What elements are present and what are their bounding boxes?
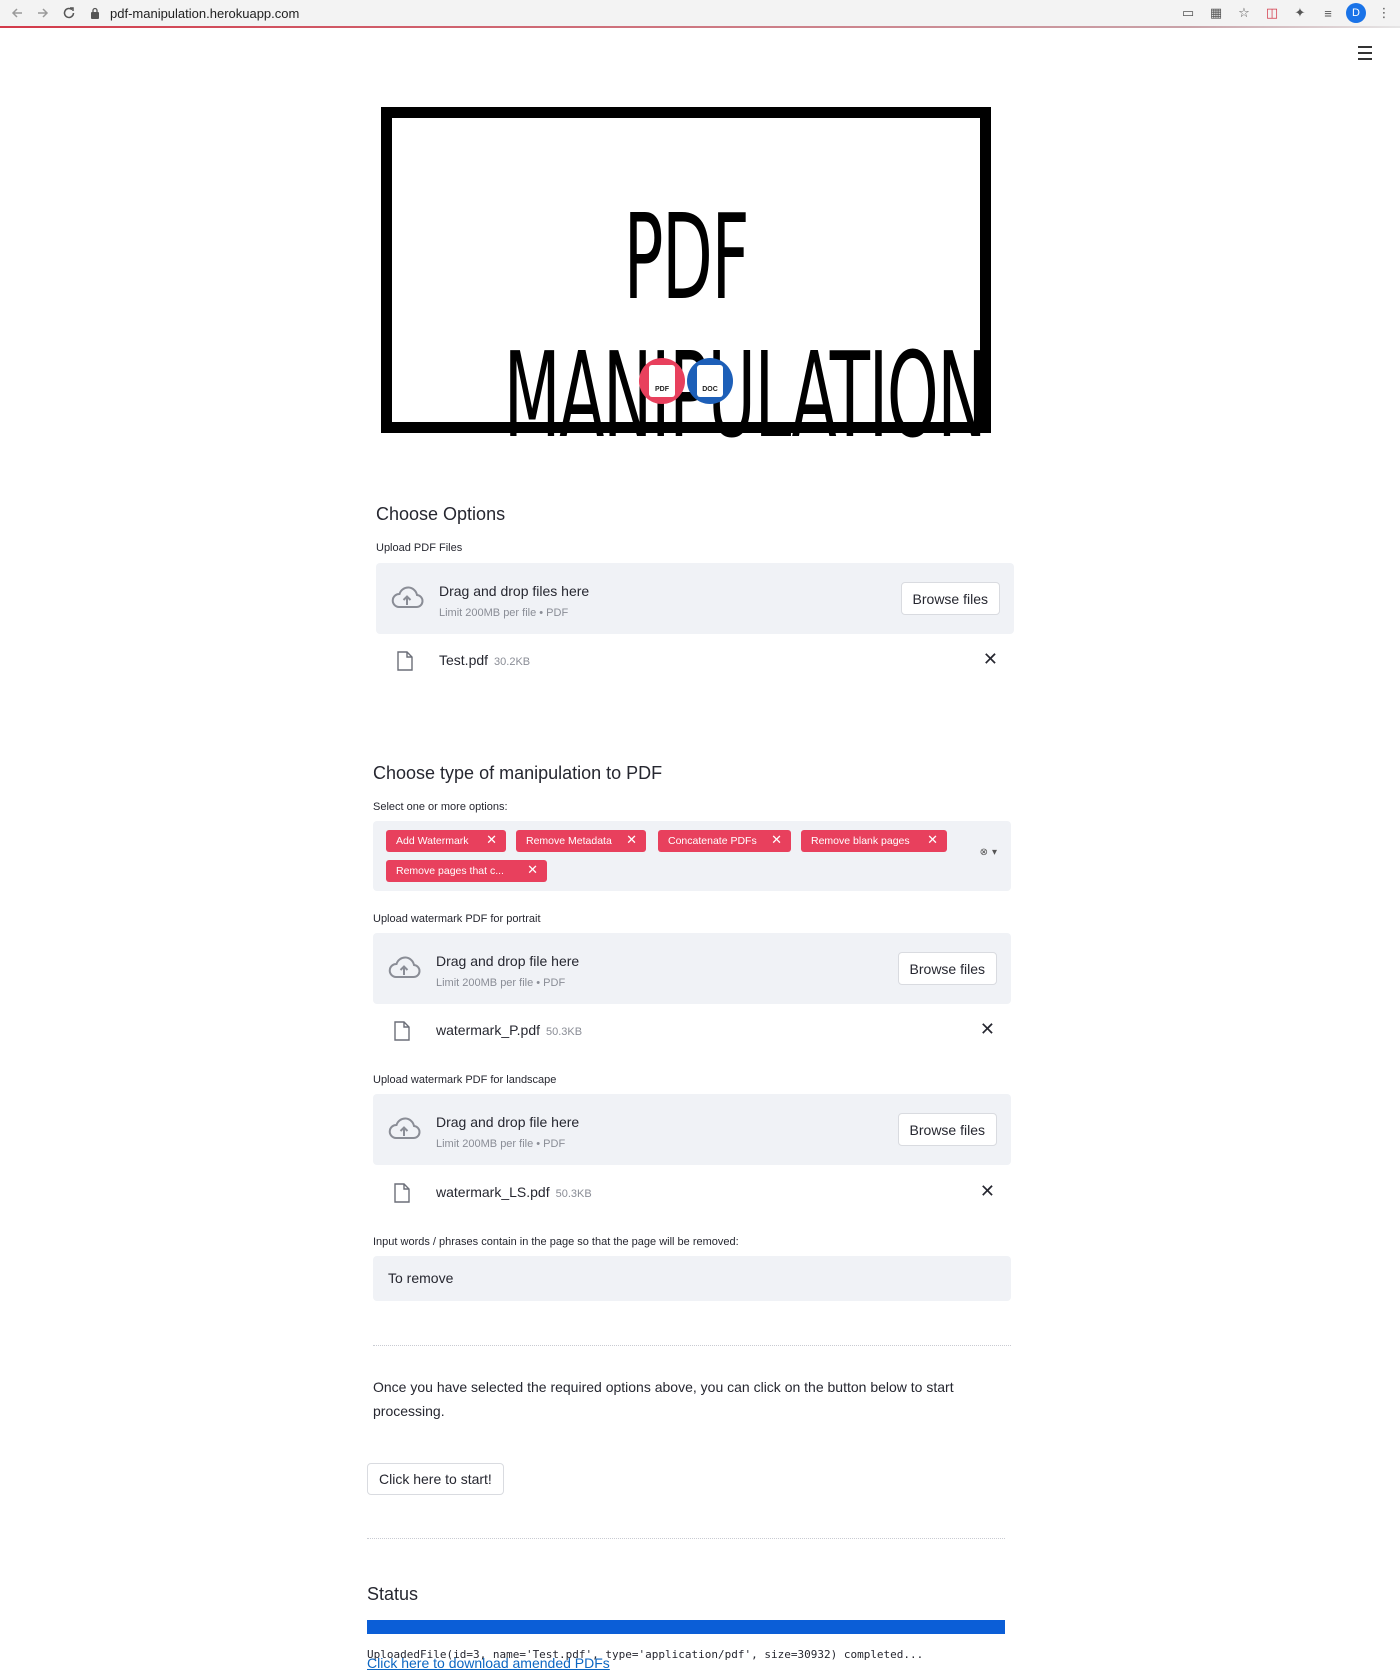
reload-icon[interactable] [56, 0, 82, 26]
clear-all-icon[interactable]: ⊗ [980, 847, 988, 858]
doc-badge-label: DOC [702, 386, 718, 393]
cloud-upload-icon [388, 1117, 421, 1139]
reading-list-icon[interactable]: ≡ [1318, 3, 1338, 23]
words-input-label: Input words / phrases contain in the pag… [373, 1236, 739, 1248]
file-name: watermark_LS.pdf [436, 1184, 550, 1200]
file-icon [397, 651, 413, 671]
cast-icon[interactable]: ▭ [1178, 3, 1198, 23]
divider [373, 1345, 1011, 1346]
pdf-dropzone[interactable]: Drag and drop files here Limit 200MB per… [376, 563, 1014, 634]
file-icon [394, 1183, 410, 1203]
lock-icon [91, 7, 99, 19]
browser-toolbar: pdf-manipulation.herokuapp.com ▭ ▦ ☆ ◫ ✦… [0, 0, 1400, 28]
tag-add-watermark[interactable]: Add Watermark ✕ [386, 830, 506, 852]
tag-remove-icon[interactable]: ✕ [527, 862, 538, 878]
pdf-badge-icon: PDF [639, 358, 685, 404]
doc-badge-icon: DOC [687, 358, 733, 404]
landscape-watermark-dropzone[interactable]: Drag and drop file here Limit 200MB per … [373, 1094, 1011, 1165]
tag-concatenate-pdfs[interactable]: Concatenate PDFs ✕ [658, 830, 791, 852]
file-size: 50.3KB [555, 1188, 592, 1200]
progress-bar-fill [367, 1620, 1005, 1634]
dropzone-limit: Limit 200MB per file • PDF [436, 977, 566, 989]
tag-label: Remove Metadata [526, 835, 612, 847]
uploaded-file-row: Test.pdf 30.2KB ✕ [376, 643, 1014, 679]
url-text: pdf-manipulation.herokuapp.com [110, 5, 300, 21]
file-size: 50.3KB [546, 1026, 583, 1038]
remove-file-button[interactable]: ✕ [983, 649, 998, 670]
address-bar[interactable]: pdf-manipulation.herokuapp.com [90, 0, 299, 26]
dropzone-instructions: Drag and drop file here [436, 1114, 580, 1130]
browser-menu-icon[interactable]: ⋮ [1374, 3, 1394, 23]
manipulation-multiselect[interactable]: Add Watermark ✕ Remove Metadata ✕ Concaten… [373, 821, 1011, 891]
file-name: Test.pdf [439, 652, 489, 668]
app-menu-icon[interactable] [1355, 46, 1375, 62]
page-load-progress-line [0, 26, 1400, 28]
select-options-label: Select one or more options: [373, 801, 508, 813]
progress-bar [367, 1620, 1005, 1634]
status-heading: Status [367, 1584, 419, 1604]
qr-code-icon[interactable]: ▦ [1206, 3, 1226, 23]
back-icon[interactable] [4, 0, 30, 26]
uploaded-file-row: watermark_P.pdf 50.3KB ✕ [373, 1013, 1011, 1049]
browse-files-button[interactable]: Browse files [900, 582, 1000, 615]
tag-remove-icon[interactable]: ✕ [771, 832, 782, 848]
processing-instructions: Once you have selected the required opti… [373, 1379, 954, 1419]
chevron-down-icon[interactable]: ▾ [992, 847, 997, 858]
bookmark-star-icon[interactable]: ☆ [1234, 3, 1254, 23]
pdf-badge-label: PDF [655, 386, 669, 393]
uploaded-file-row: watermark_LS.pdf 50.3KB ✕ [373, 1175, 1011, 1211]
forward-icon[interactable] [30, 0, 56, 26]
download-amended-pdfs-link[interactable]: Click here to download amended PDFs [367, 1655, 610, 1671]
portrait-watermark-dropzone[interactable]: Drag and drop file here Limit 200MB per … [373, 933, 1011, 1004]
remove-file-button[interactable]: ✕ [980, 1019, 995, 1040]
extensions-puzzle-icon[interactable]: ✦ [1290, 3, 1310, 23]
manipulation-heading: Choose type of manipulation to PDF [373, 763, 663, 783]
choose-options-heading: Choose Options [376, 504, 506, 524]
profile-avatar[interactable]: D [1346, 3, 1366, 23]
browse-files-button[interactable]: Browse files [897, 1113, 997, 1146]
portrait-watermark-label: Upload watermark PDF for portrait [373, 913, 541, 925]
file-icon [394, 1021, 410, 1041]
tag-remove-pages-containing[interactable]: Remove pages that c... ✕ [386, 860, 547, 882]
words-input-value: To remove [388, 1270, 454, 1286]
cloud-upload-icon [391, 586, 424, 608]
dropzone-limit: Limit 200MB per file • PDF [439, 607, 569, 619]
landscape-watermark-label: Upload watermark PDF for landscape [373, 1074, 557, 1086]
cloud-upload-icon [388, 956, 421, 978]
logo-title: PDF MANIPULATION [503, 188, 987, 464]
browse-files-button[interactable]: Browse files [897, 952, 997, 985]
words-text-input[interactable]: To remove [373, 1256, 1011, 1301]
remove-file-button[interactable]: ✕ [980, 1181, 995, 1202]
divider [367, 1538, 1005, 1539]
pocket-extension-icon[interactable]: ◫ [1262, 3, 1282, 23]
tag-remove-icon[interactable]: ✕ [486, 832, 497, 848]
file-name: watermark_P.pdf [436, 1022, 541, 1038]
file-size: 30.2KB [494, 656, 531, 668]
tag-remove-icon[interactable]: ✕ [626, 832, 637, 848]
tag-label: Remove blank pages [811, 835, 910, 847]
app-logo: PDF MANIPULATION PDF DOC [381, 107, 991, 464]
tag-label: Add Watermark [396, 835, 469, 847]
tag-remove-metadata[interactable]: Remove Metadata ✕ [516, 830, 646, 852]
start-processing-button[interactable]: Click here to start! [367, 1463, 504, 1495]
tag-label: Remove pages that c... [396, 865, 504, 877]
dropzone-instructions: Drag and drop file here [436, 953, 580, 969]
dropzone-limit: Limit 200MB per file • PDF [436, 1138, 566, 1150]
tag-label: Concatenate PDFs [668, 835, 757, 847]
dropzone-instructions: Drag and drop files here [439, 583, 590, 599]
upload-pdf-label: Upload PDF Files [376, 542, 463, 554]
tag-remove-icon[interactable]: ✕ [927, 832, 938, 848]
tag-remove-blank-pages[interactable]: Remove blank pages ✕ [801, 830, 947, 852]
